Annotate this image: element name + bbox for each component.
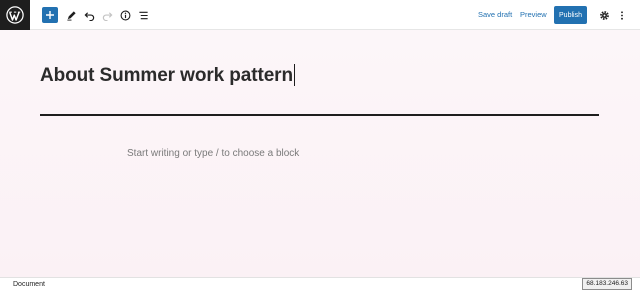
plus-icon: [46, 11, 54, 19]
settings-button[interactable]: [594, 5, 614, 25]
info-icon: [120, 10, 130, 20]
list-view-icon: [138, 11, 148, 19]
editor-canvas[interactable]: About Summer work pattern Start writing …: [0, 30, 640, 277]
kebab-menu-icon: [621, 10, 623, 20]
redo-icon: [102, 11, 112, 21]
editor-footer: Document 68.183.246.63: [0, 277, 640, 290]
gear-icon: [599, 10, 609, 20]
editor-toolbar: Save draft Preview Publish: [0, 0, 640, 30]
add-block-button[interactable]: [42, 7, 58, 23]
redo-button[interactable]: [97, 5, 117, 25]
post-title-text: About Summer work pattern: [40, 65, 293, 86]
wordpress-logo-button[interactable]: [0, 0, 30, 30]
more-options-button[interactable]: [612, 5, 632, 25]
post-title-input[interactable]: About Summer work pattern: [40, 64, 295, 87]
title-separator: [40, 114, 599, 116]
breadcrumb-document[interactable]: Document: [13, 279, 45, 290]
tools-button[interactable]: [61, 5, 81, 25]
list-view-button[interactable]: [133, 5, 153, 25]
preview-button[interactable]: Preview: [520, 8, 547, 22]
pencil-icon: [66, 10, 76, 21]
wordpress-logo-icon: [6, 6, 24, 24]
undo-button[interactable]: [79, 5, 99, 25]
details-button[interactable]: [115, 5, 135, 25]
text-caret: [293, 64, 295, 86]
save-draft-button[interactable]: Save draft: [478, 8, 512, 22]
ip-address-badge: 68.183.246.63: [582, 278, 632, 290]
publish-button[interactable]: Publish: [554, 6, 587, 24]
undo-icon: [84, 11, 94, 21]
block-placeholder[interactable]: Start writing or type / to choose a bloc…: [127, 148, 299, 159]
